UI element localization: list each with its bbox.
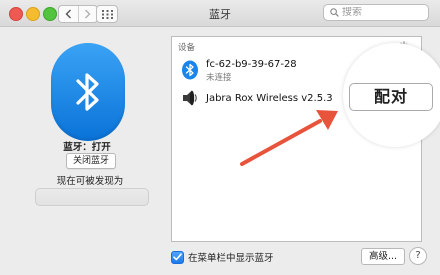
device-status: 未连接 — [206, 73, 232, 83]
device-speaker-badge — [180, 88, 200, 108]
speaker-icon — [183, 90, 197, 106]
discoverable-text: 现在可被发现为 — [56, 176, 124, 187]
search-icon — [330, 8, 339, 17]
bluetooth-icon — [76, 73, 99, 111]
help-button[interactable]: ? — [409, 247, 427, 265]
checkmark-icon — [173, 253, 182, 261]
bluetooth-logo — [51, 43, 125, 141]
search-field[interactable] — [323, 4, 429, 21]
show-in-menubar-checkbox[interactable] — [171, 250, 184, 264]
advanced-button[interactable]: 高级... — [361, 248, 405, 265]
turn-off-bluetooth-button[interactable]: 关闭蓝牙 — [66, 153, 116, 169]
device-list-header: 设备 — [178, 43, 196, 53]
show-in-menubar-option[interactable]: 在菜单栏中显示蓝牙 — [171, 250, 274, 264]
show-in-menubar-label: 在菜单栏中显示蓝牙 — [188, 253, 274, 264]
bluetooth-preferences-window: 蓝牙 蓝牙：打开 关闭蓝牙 现在可被发现为 设备 — [0, 0, 440, 275]
title-bar: 蓝牙 — [0, 0, 440, 27]
bluetooth-icon — [182, 60, 198, 80]
device-name-field — [35, 188, 149, 206]
zoom-callout: 配对 — [343, 43, 440, 147]
pair-button[interactable]: 配对 — [349, 83, 433, 111]
device-name: Jabra Rox Wireless v2.5.3 — [206, 93, 333, 104]
device-name: fc-62-b9-39-67-28 — [206, 59, 297, 70]
bluetooth-status: 蓝牙：打开 — [63, 142, 111, 153]
search-input[interactable] — [342, 7, 422, 18]
device-bluetooth-badge — [180, 60, 200, 80]
